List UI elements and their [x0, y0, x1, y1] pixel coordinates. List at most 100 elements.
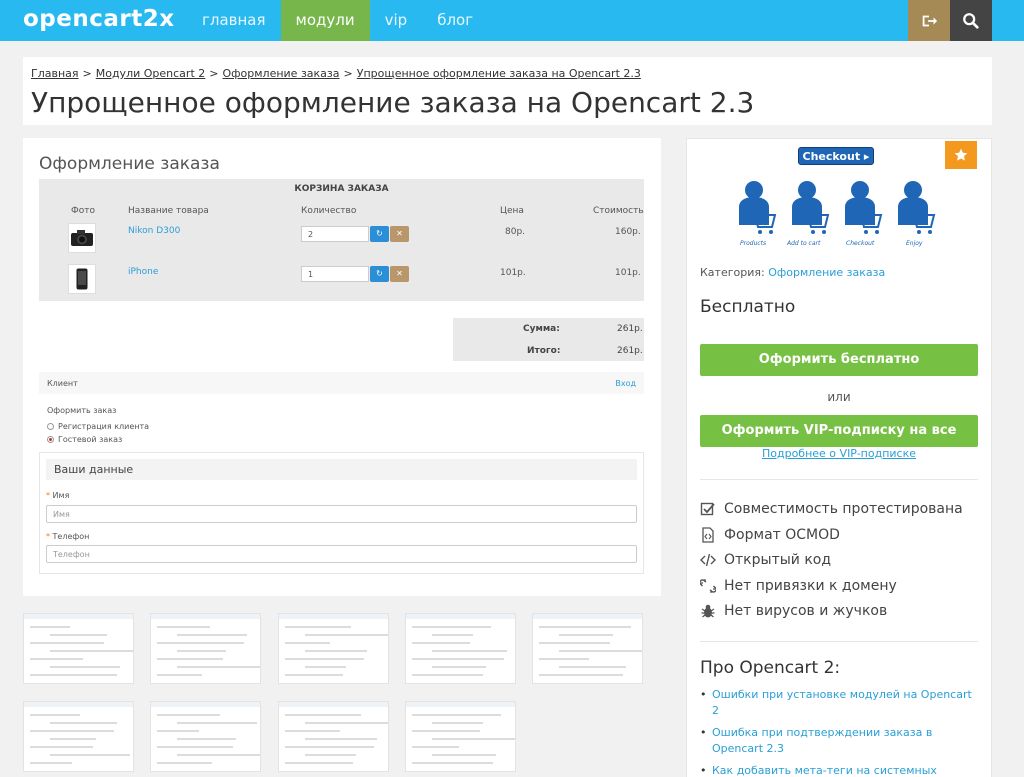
radio-register[interactable] [47, 423, 54, 430]
subtotal-label: Сумма: [523, 324, 560, 334]
nav-item-vip[interactable]: vip [370, 0, 423, 41]
col-photo: Фото [71, 206, 96, 216]
preview-title: Оформление заказа [39, 154, 220, 174]
bug-icon [701, 604, 715, 618]
customer-data-box: Ваши данные * Имя Имя * Телефон Телефон [39, 452, 644, 574]
remove-button[interactable]: ✕ [390, 266, 409, 282]
page-title: Упрощенное оформление заказа на Opencart… [31, 86, 755, 119]
col-total: Стоимость [593, 206, 644, 216]
gallery-thumbnail[interactable] [532, 613, 643, 684]
breadcrumb-link-modules[interactable]: Модули Opencart 2 [96, 67, 206, 80]
breadcrumb: Главная > Модули Opencart 2 > Оформление зак… [31, 67, 641, 80]
about-link[interactable]: Ошибка при подтверждении заказа в Openca… [700, 725, 980, 757]
product-link[interactable]: Nikon D300 [128, 226, 180, 236]
product-sidebar: Checkout ▸ Products Add to cart Checkout… [686, 138, 992, 777]
feature-open-code: Открытый код [700, 552, 831, 568]
radio-register-label: Регистрация клиента [58, 422, 150, 431]
login-link[interactable]: Вход [615, 379, 636, 388]
customer-data-heading: Ваши данные [46, 459, 637, 480]
login-button[interactable] [908, 0, 950, 41]
client-label: Клиент [47, 379, 78, 388]
product-image-phone [68, 264, 96, 294]
remove-icon: ✕ [396, 269, 403, 278]
product-link[interactable]: iPhone [128, 267, 158, 277]
name-label: * Имя [46, 491, 70, 500]
checkout-badge: Checkout ▸ [798, 147, 874, 165]
gallery-thumbnail[interactable] [150, 701, 261, 772]
price-cell: 101р. [500, 268, 526, 278]
nav-item-blog[interactable]: блог [422, 0, 488, 41]
top-navigation-bar: opencart2x главная модули vip блог [0, 0, 1024, 41]
total-cell: 101р. [615, 268, 641, 278]
title-card: Главная > Модули Opencart 2 > Оформление зак… [23, 57, 992, 125]
vip-subscribe-button[interactable]: Оформить VIP-подписку на все файлы [700, 415, 978, 470]
col-qty: Количество [301, 206, 357, 216]
breadcrumb-link-category[interactable]: Оформление заказа [222, 67, 339, 80]
about-title: Про Opencart 2: [700, 658, 841, 678]
phone-label: * Телефон [46, 532, 90, 541]
hero-label-products: Products [740, 240, 767, 247]
subtotal-value: 261р. [617, 324, 643, 334]
vip-more-link[interactable]: Подробнее о VIP-подписке [687, 447, 991, 460]
nav-item-home[interactable]: главная [187, 0, 281, 41]
category-line: Категория: Оформление заказа [700, 266, 886, 279]
radio-guest[interactable] [47, 436, 54, 443]
sign-in-icon [922, 15, 938, 26]
nav-item-modules[interactable]: модули [280, 0, 370, 41]
about-link[interactable]: Ошибки при установке модулей на Opencart… [700, 687, 980, 719]
name-field[interactable]: Имя [46, 505, 637, 523]
breadcrumb-link-current[interactable]: Упрощенное оформление заказа на Opencart… [357, 67, 641, 80]
favorite-button[interactable] [945, 141, 977, 169]
file-code-icon [702, 527, 714, 543]
client-bar: Клиент Вход [39, 372, 644, 394]
feature-ocmod: Формат OCMOD [700, 527, 840, 543]
search-icon [963, 12, 979, 29]
cart-heading: КОРЗИНА ЗАКАЗА [294, 184, 389, 194]
checkout-label: Оформить заказ [47, 406, 117, 415]
star-icon [954, 148, 968, 161]
quantity-input[interactable]: 2 [301, 226, 369, 242]
gallery-thumbnail[interactable] [405, 613, 516, 684]
refresh-button[interactable]: ↻ [370, 226, 389, 242]
phone-icon [76, 268, 88, 290]
gallery-thumbnail[interactable] [405, 701, 516, 772]
checkout-illustration-icon [739, 181, 936, 234]
col-price: Цена [500, 206, 524, 216]
unlink-icon [700, 579, 716, 593]
checkbox-icon [700, 502, 715, 516]
radio-guest-label: Гостевой заказ [58, 435, 123, 444]
total-value: 261р. [617, 346, 643, 356]
phone-field[interactable]: Телефон [46, 545, 637, 563]
total-cell: 160р. [615, 227, 641, 237]
or-separator: или [827, 390, 851, 404]
about-link[interactable]: Как добавить мета-теги на системных стра… [700, 763, 980, 777]
order-free-button[interactable]: Оформить бесплатно [700, 344, 978, 376]
category-link[interactable]: Оформление заказа [768, 266, 885, 279]
site-logo[interactable]: opencart2x [23, 6, 175, 32]
remove-icon: ✕ [396, 229, 403, 238]
code-icon [700, 553, 716, 567]
feature-no-domain: Нет привязки к домену [700, 578, 897, 594]
gallery-thumbnail[interactable] [150, 613, 261, 684]
divider [700, 479, 978, 480]
search-button[interactable] [950, 0, 992, 41]
breadcrumb-link-home[interactable]: Главная [31, 67, 79, 80]
remove-button[interactable]: ✕ [390, 226, 409, 242]
hero-label-checkout: Checkout [846, 240, 875, 247]
divider [700, 641, 978, 642]
totals-box: Сумма: 261р. Итого: 261р. [453, 318, 644, 361]
quantity-input[interactable]: 1 [301, 266, 369, 282]
product-image-camera [68, 223, 96, 253]
gallery-thumbnail[interactable] [278, 701, 389, 772]
about-links-list: Ошибки при установке модулей на Opencart… [700, 687, 980, 777]
refresh-icon: ↻ [376, 269, 383, 278]
gallery-thumbnail[interactable] [278, 613, 389, 684]
gallery-thumbnail[interactable] [23, 701, 134, 772]
feature-no-viruses: Нет вирусов и жучков [700, 603, 887, 619]
hero-label-enjoy: Enjoy [906, 240, 923, 247]
price: Бесплатно [700, 297, 796, 317]
cart-table: КОРЗИНА ЗАКАЗА Фото Название товара Коли… [39, 179, 644, 301]
refresh-button[interactable]: ↻ [370, 266, 389, 282]
module-preview-screenshot[interactable]: Оформление заказа КОРЗИНА ЗАКАЗА Фото На… [23, 138, 661, 596]
gallery-thumbnail[interactable] [23, 613, 134, 684]
